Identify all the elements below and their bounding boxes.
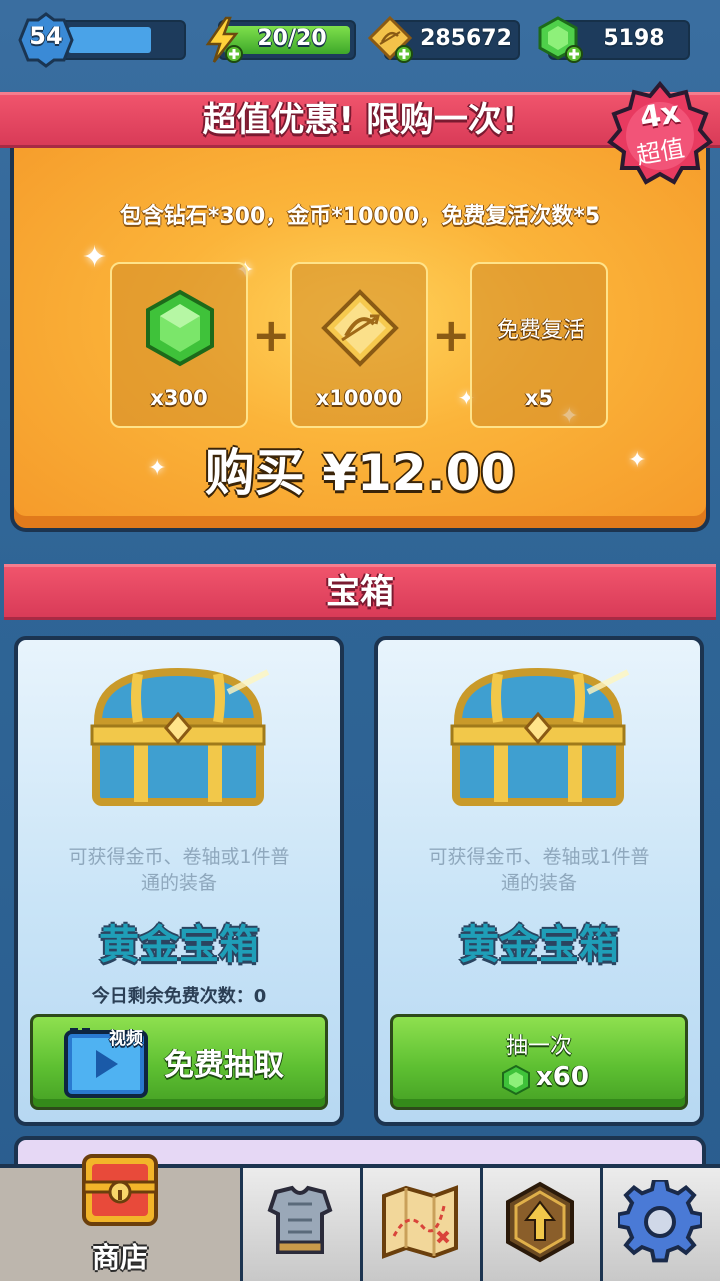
plus-sign: +	[252, 308, 291, 362]
reward-amount: x300	[150, 386, 208, 410]
sparkle-icon: ✦	[82, 240, 108, 275]
gear-icon	[616, 1177, 704, 1264]
chest-description: 可获得金币、卷轴或1件普 通的装备	[394, 844, 684, 896]
draw-price: x60	[536, 1062, 589, 1092]
buy-button[interactable]: 购买 ¥12.00	[180, 438, 540, 508]
chest-description-line: 可获得金币、卷轴或1件普	[68, 846, 290, 868]
gem-value: 5198	[603, 26, 665, 51]
chest-description-line: 通的装备	[500, 872, 577, 894]
sparkle-icon: ✦	[148, 456, 167, 481]
energy-value: 20/20	[257, 26, 327, 51]
level-number: 54	[29, 22, 63, 50]
chest-name: 黄金宝箱	[459, 922, 619, 968]
shop-chest-icon	[78, 1146, 162, 1230]
map-icon	[378, 1180, 462, 1264]
gold-chest-icon	[78, 652, 278, 822]
reward-amount: x5	[524, 386, 554, 410]
upgrade-icon	[498, 1180, 582, 1264]
reward-revive-label: 免费复活	[496, 318, 585, 343]
chest-section-title: 宝箱	[326, 572, 394, 612]
reward-amount: x10000	[315, 386, 403, 410]
gold-chest-icon	[438, 652, 638, 822]
free-draw-label: 免费抽取	[164, 1048, 284, 1083]
gold-coin-plus-icon[interactable]	[366, 14, 418, 66]
chest-description-line: 可获得金币、卷轴或1件普	[428, 846, 650, 868]
offer-description: 包含钻石*300，金币*10000，免费复活次数*5	[119, 204, 601, 229]
gold-coin-icon	[320, 288, 400, 368]
sparkle-icon: ✦	[628, 448, 647, 473]
gem-icon	[140, 288, 220, 368]
status-bar: 54 20/20 285672 5198	[0, 0, 720, 84]
level-progress-fill	[68, 27, 151, 53]
chest-description: 可获得金币、卷轴或1件普 通的装备	[34, 844, 324, 896]
gem-icon	[500, 1064, 532, 1096]
gold-value: 285672	[420, 26, 512, 51]
armor-icon	[258, 1180, 342, 1264]
free-draw-count: 今日剩余免费次数：0	[91, 986, 267, 1007]
nav-tab-shop-label: 商店	[91, 1241, 148, 1274]
draw-once-label: 抽一次	[505, 1034, 572, 1059]
plus-sign: +	[432, 308, 471, 362]
chest-name: 黄金宝箱	[99, 922, 259, 968]
video-tag: 视频	[109, 1029, 143, 1049]
chest-description-line: 通的装备	[140, 872, 217, 894]
shop-screen: 54 20/20 285672 5198 超值优惠! 限购一次! 4x 超值 包…	[0, 0, 720, 1281]
